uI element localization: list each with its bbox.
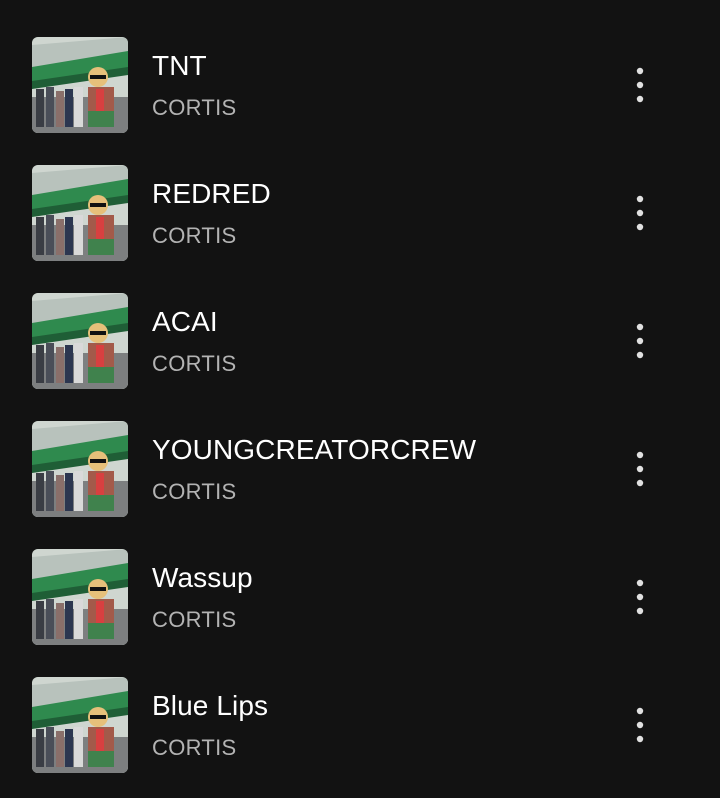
more-vertical-icon [636,195,644,231]
more-vertical-icon [636,579,644,615]
more-options-button[interactable] [616,445,664,493]
more-vertical-icon [636,67,644,103]
album-cover [32,677,128,773]
more-options-button[interactable] [616,317,664,365]
album-cover [32,293,128,389]
album-cover-art [32,677,128,773]
track-artist: CORTIS [152,479,237,504]
album-cover [32,165,128,261]
more-options-button[interactable] [616,61,664,109]
more-options-button[interactable] [616,701,664,749]
track-list: TNT CORTIS REDRED CORTIS ACAI CORTIS YOU… [0,0,720,798]
track-row[interactable]: Blue Lips CORTIS [0,640,720,773]
more-vertical-icon [636,707,644,743]
more-options-button[interactable] [616,189,664,237]
album-cover-art [32,165,128,261]
more-vertical-icon [636,323,644,359]
track-row[interactable]: REDRED CORTIS [0,128,720,261]
track-artist: CORTIS [152,95,237,120]
track-title: REDRED [152,178,271,209]
more-vertical-icon [636,451,644,487]
track-title: TNT [152,50,207,81]
track-row[interactable]: Wassup CORTIS [0,512,720,645]
album-cover [32,421,128,517]
album-cover-art [32,293,128,389]
track-title: YOUNGCREATORCREW [152,434,477,465]
track-artist: CORTIS [152,735,237,760]
track-artist: CORTIS [152,607,237,632]
track-title: ACAI [152,306,218,337]
more-options-button[interactable] [616,573,664,621]
track-title: Blue Lips [152,690,269,721]
album-cover-art [32,549,128,645]
track-row[interactable]: YOUNGCREATORCREW CORTIS [0,384,720,517]
album-cover-art [32,421,128,517]
track-row[interactable]: TNT CORTIS [0,0,720,133]
track-artist: CORTIS [152,223,237,248]
album-cover [32,37,128,133]
track-row[interactable]: ACAI CORTIS [0,256,720,389]
track-artist: CORTIS [152,351,237,376]
album-cover-art [32,37,128,133]
album-cover [32,549,128,645]
track-title: Wassup [152,562,253,593]
